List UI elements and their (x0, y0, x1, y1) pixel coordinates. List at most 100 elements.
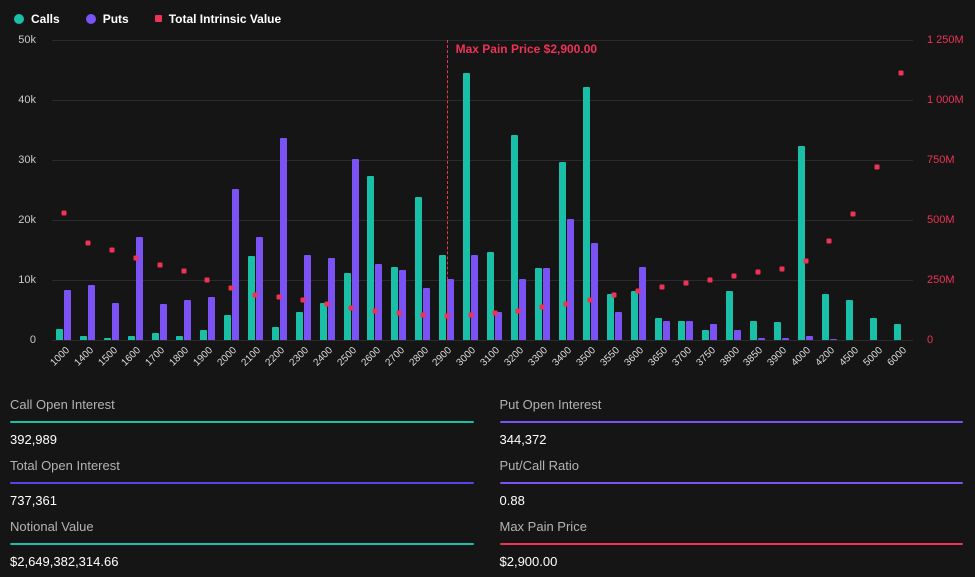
puts-bar[interactable] (184, 300, 191, 340)
calls-bar[interactable] (487, 252, 494, 340)
puts-bar[interactable] (495, 312, 502, 340)
strike-group-3800[interactable] (722, 40, 746, 340)
strike-group-2200[interactable] (267, 40, 291, 340)
intrinsic-value-dot[interactable] (420, 312, 425, 317)
intrinsic-value-dot[interactable] (612, 293, 617, 298)
calls-bar[interactable] (702, 330, 709, 340)
puts-bar[interactable] (567, 219, 574, 340)
puts-bar[interactable] (830, 339, 837, 340)
intrinsic-value-dot[interactable] (803, 258, 808, 263)
strike-group-1900[interactable] (196, 40, 220, 340)
strike-group-1700[interactable] (148, 40, 172, 340)
calls-bar[interactable] (391, 267, 398, 340)
strike-group-3000[interactable] (459, 40, 483, 340)
intrinsic-value-dot[interactable] (707, 277, 712, 282)
intrinsic-value-dot[interactable] (109, 247, 114, 252)
calls-bar[interactable] (607, 294, 614, 340)
puts-bar[interactable] (399, 270, 406, 340)
puts-bar[interactable] (208, 297, 215, 340)
puts-bar[interactable] (136, 237, 143, 340)
puts-bar[interactable] (375, 264, 382, 340)
intrinsic-value-dot[interactable] (325, 301, 330, 306)
strike-group-4000[interactable] (794, 40, 818, 340)
intrinsic-value-dot[interactable] (755, 270, 760, 275)
calls-bar[interactable] (798, 146, 805, 340)
intrinsic-value-dot[interactable] (85, 241, 90, 246)
intrinsic-value-dot[interactable] (564, 301, 569, 306)
puts-bar[interactable] (639, 267, 646, 340)
strike-group-3200[interactable] (507, 40, 531, 340)
calls-bar[interactable] (822, 294, 829, 340)
calls-bar[interactable] (870, 318, 877, 340)
strike-group-2400[interactable] (315, 40, 339, 340)
calls-bar[interactable] (224, 315, 231, 340)
intrinsic-value-dot[interactable] (731, 273, 736, 278)
puts-bar[interactable] (447, 279, 454, 340)
intrinsic-value-dot[interactable] (875, 164, 880, 169)
strike-group-3500[interactable] (578, 40, 602, 340)
strike-group-1800[interactable] (172, 40, 196, 340)
intrinsic-value-dot[interactable] (492, 311, 497, 316)
strike-group-2300[interactable] (291, 40, 315, 340)
strike-group-2600[interactable] (363, 40, 387, 340)
intrinsic-value-dot[interactable] (181, 269, 186, 274)
puts-bar[interactable] (280, 138, 287, 340)
legend-item-calls[interactable]: Calls (14, 12, 60, 26)
calls-bar[interactable] (320, 303, 327, 340)
calls-bar[interactable] (678, 321, 685, 340)
calls-bar[interactable] (774, 322, 781, 340)
puts-bar[interactable] (710, 324, 717, 340)
intrinsic-value-dot[interactable] (588, 297, 593, 302)
calls-bar[interactable] (415, 197, 422, 340)
intrinsic-value-dot[interactable] (540, 305, 545, 310)
puts-bar[interactable] (758, 338, 765, 340)
puts-bar[interactable] (591, 243, 598, 340)
strike-group-1600[interactable] (124, 40, 148, 340)
puts-bar[interactable] (471, 255, 478, 340)
strike-group-3100[interactable] (483, 40, 507, 340)
calls-bar[interactable] (176, 336, 183, 340)
intrinsic-value-dot[interactable] (660, 284, 665, 289)
intrinsic-value-dot[interactable] (349, 306, 354, 311)
intrinsic-value-dot[interactable] (468, 313, 473, 318)
puts-bar[interactable] (782, 338, 789, 340)
strike-group-3850[interactable] (746, 40, 770, 340)
puts-bar[interactable] (160, 304, 167, 340)
intrinsic-value-dot[interactable] (827, 238, 832, 243)
calls-bar[interactable] (296, 312, 303, 340)
puts-bar[interactable] (64, 290, 71, 340)
strike-group-2000[interactable] (219, 40, 243, 340)
calls-bar[interactable] (104, 338, 111, 340)
calls-bar[interactable] (152, 333, 159, 340)
calls-bar[interactable] (200, 330, 207, 340)
calls-bar[interactable] (56, 329, 63, 340)
intrinsic-value-dot[interactable] (157, 263, 162, 268)
puts-bar[interactable] (232, 189, 239, 340)
strike-group-3600[interactable] (626, 40, 650, 340)
intrinsic-value-dot[interactable] (516, 308, 521, 313)
intrinsic-value-dot[interactable] (277, 295, 282, 300)
puts-bar[interactable] (352, 159, 359, 340)
strike-group-1500[interactable] (100, 40, 124, 340)
calls-bar[interactable] (894, 324, 901, 340)
intrinsic-value-dot[interactable] (779, 266, 784, 271)
strike-group-1400[interactable] (76, 40, 100, 340)
intrinsic-value-dot[interactable] (372, 308, 377, 313)
strike-group-2100[interactable] (243, 40, 267, 340)
intrinsic-value-dot[interactable] (683, 281, 688, 286)
intrinsic-value-dot[interactable] (396, 311, 401, 316)
intrinsic-value-dot[interactable] (851, 211, 856, 216)
calls-bar[interactable] (248, 256, 255, 340)
puts-bar[interactable] (686, 321, 693, 340)
calls-bar[interactable] (726, 291, 733, 340)
strike-group-3650[interactable] (650, 40, 674, 340)
puts-bar[interactable] (806, 336, 813, 340)
calls-bar[interactable] (272, 327, 279, 340)
intrinsic-value-dot[interactable] (301, 298, 306, 303)
strike-group-5000[interactable] (865, 40, 889, 340)
calls-bar[interactable] (750, 321, 757, 340)
calls-bar[interactable] (367, 176, 374, 340)
plot-area[interactable]: Max Pain Price $2,900.00 (52, 40, 913, 340)
strike-group-3750[interactable] (698, 40, 722, 340)
puts-bar[interactable] (328, 258, 335, 340)
